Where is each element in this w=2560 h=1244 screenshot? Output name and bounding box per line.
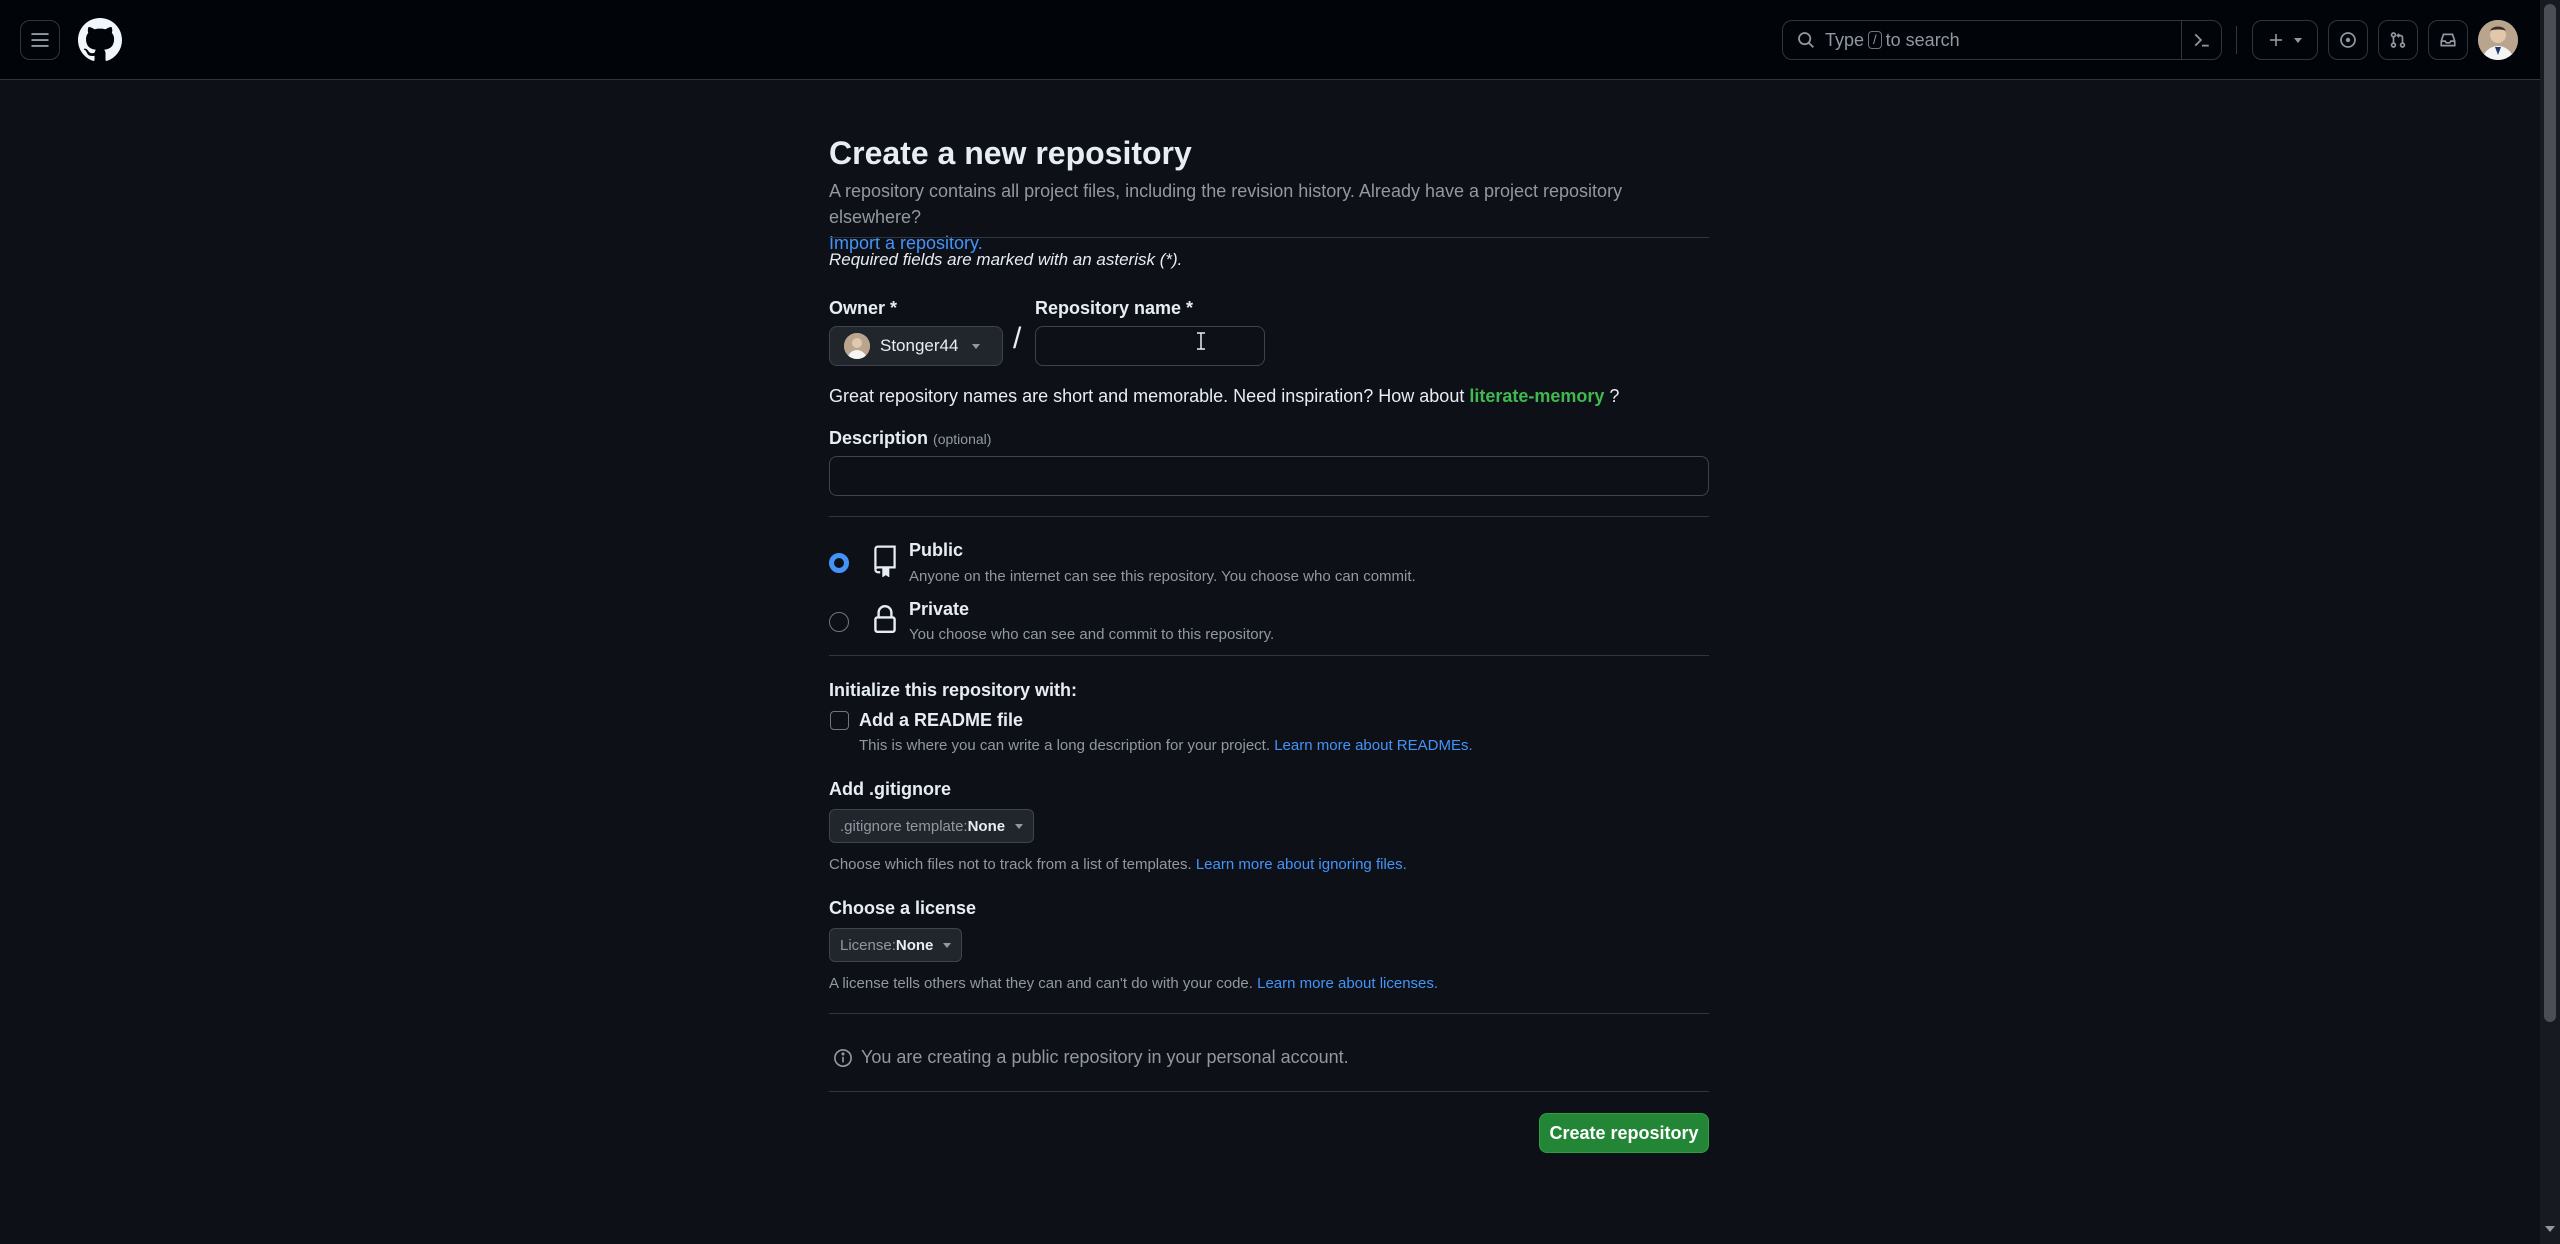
description-label: Description (optional): [829, 428, 991, 449]
owner-name: Stonger44: [880, 336, 959, 355]
section-divider: [829, 1091, 1709, 1092]
issues-button[interactable]: [2328, 20, 2368, 60]
top-header: Type / to search: [0, 0, 2540, 80]
required-fields-note: Required fields are marked with an aster…: [829, 250, 1183, 269]
page-scrollbar[interactable]: [2540, 0, 2560, 1244]
section-divider: [829, 655, 1709, 656]
owner-label: Owner *: [829, 298, 898, 318]
issue-opened-icon: [2340, 32, 2356, 48]
section-divider: [829, 1013, 1709, 1014]
search-placeholder-pre: Type: [1825, 29, 1865, 50]
inbox-icon: [2440, 33, 2456, 47]
gitignore-template-button[interactable]: .gitignore template: None: [829, 809, 1035, 843]
github-logo-icon[interactable]: [78, 18, 122, 62]
command-palette-button[interactable]: [2181, 21, 2221, 59]
public-repo-info: You are creating a public repository in …: [833, 1047, 1349, 1068]
suggested-name-link[interactable]: literate-memory: [1469, 386, 1604, 406]
public-description: Anyone on the internet can see this repo…: [909, 568, 1416, 585]
text-cursor-icon: [1197, 332, 1205, 350]
learn-more-licenses-link[interactable]: Learn more about licenses.: [1257, 975, 1438, 992]
optional-tag: (optional): [933, 431, 992, 447]
create-new-button[interactable]: [2252, 20, 2318, 60]
header-divider: [2236, 26, 2237, 54]
license-button[interactable]: License: None: [829, 928, 963, 962]
gitignore-button-value: None: [967, 817, 1006, 835]
page-title: Create a new repository: [829, 135, 1192, 171]
public-title: Public: [909, 540, 964, 560]
inbox-button[interactable]: [2428, 20, 2468, 60]
owner-select-button[interactable]: Stonger44: [829, 326, 1003, 366]
hamburger-icon: [31, 33, 49, 47]
description-input[interactable]: [829, 456, 1709, 496]
learn-more-ignoring-files-link[interactable]: Learn more about ignoring files.: [1196, 856, 1407, 873]
scroll-down-arrow-icon[interactable]: [2545, 1226, 2555, 1232]
create-repository-button[interactable]: Create repository: [1539, 1113, 1709, 1153]
search-placeholder-post: to search: [1885, 29, 1960, 50]
lock-icon: [874, 605, 896, 633]
repository-name-input[interactable]: [1035, 326, 1265, 366]
terminal-icon: [2194, 33, 2209, 47]
user-avatar-button[interactable]: [2478, 20, 2518, 60]
private-description: You choose who can see and commit to thi…: [909, 626, 1275, 643]
learn-more-readmes-link[interactable]: Learn more about READMEs.: [1274, 737, 1472, 754]
public-radio[interactable]: [829, 553, 849, 573]
license-description: A license tells others what they can and…: [829, 975, 1438, 992]
readme-description-text: This is where you can write a long descr…: [859, 737, 1271, 754]
repo-icon: [874, 545, 896, 577]
git-pull-request-icon: [2390, 32, 2406, 48]
chevron-down-icon: [943, 942, 952, 948]
scrollbar-thumb[interactable]: [2544, 4, 2556, 1022]
readme-description: This is where you can write a long descr…: [859, 737, 1473, 754]
gitignore-description: Choose which files not to track from a l…: [829, 856, 1407, 873]
chevron-down-icon: [2294, 37, 2302, 43]
info-icon: [834, 1048, 852, 1067]
readme-label: Add a README file: [859, 710, 1024, 730]
owner-repo-separator: /: [1013, 322, 1022, 355]
gitignore-description-text: Choose which files not to track from a l…: [829, 856, 1192, 873]
page-subtitle-text: A repository contains all project files,…: [829, 181, 1623, 227]
license-heading: Choose a license: [829, 898, 977, 918]
plus-icon: [2270, 34, 2282, 46]
license-button-value: None: [895, 936, 934, 954]
chevron-down-icon: [972, 343, 981, 349]
pull-requests-button[interactable]: [2378, 20, 2418, 60]
page-subtitle: A repository contains all project files,…: [829, 178, 1709, 256]
hamburger-menu-button[interactable]: [20, 20, 60, 60]
section-divider: [829, 516, 1709, 517]
search-input[interactable]: Type / to search: [1782, 20, 2222, 60]
repository-name-label: Repository name *: [1035, 298, 1194, 318]
inspiration-suffix: ?: [1609, 386, 1620, 406]
license-description-text: A license tells others what they can and…: [829, 975, 1253, 992]
initialize-heading: Initialize this repository with:: [829, 680, 1078, 700]
license-button-prefix: License:: [840, 936, 896, 954]
section-divider: [829, 237, 1709, 238]
private-title: Private: [909, 599, 970, 619]
name-inspiration: Great repository names are short and mem…: [829, 386, 1619, 407]
readme-checkbox[interactable]: [830, 711, 849, 730]
inspiration-text: Great repository names are short and mem…: [829, 386, 1465, 406]
chevron-down-icon: [1015, 823, 1024, 829]
description-label-text: Description: [829, 428, 929, 448]
owner-avatar: [844, 333, 870, 359]
info-text: You are creating a public repository in …: [861, 1047, 1349, 1067]
search-shortcut-key: /: [1868, 31, 1882, 49]
avatar-icon: [2478, 20, 2518, 60]
private-radio[interactable]: [829, 612, 849, 632]
gitignore-button-prefix: .gitignore template:: [840, 817, 968, 835]
gitignore-heading: Add .gitignore: [829, 779, 951, 799]
search-icon: [1797, 31, 1815, 49]
